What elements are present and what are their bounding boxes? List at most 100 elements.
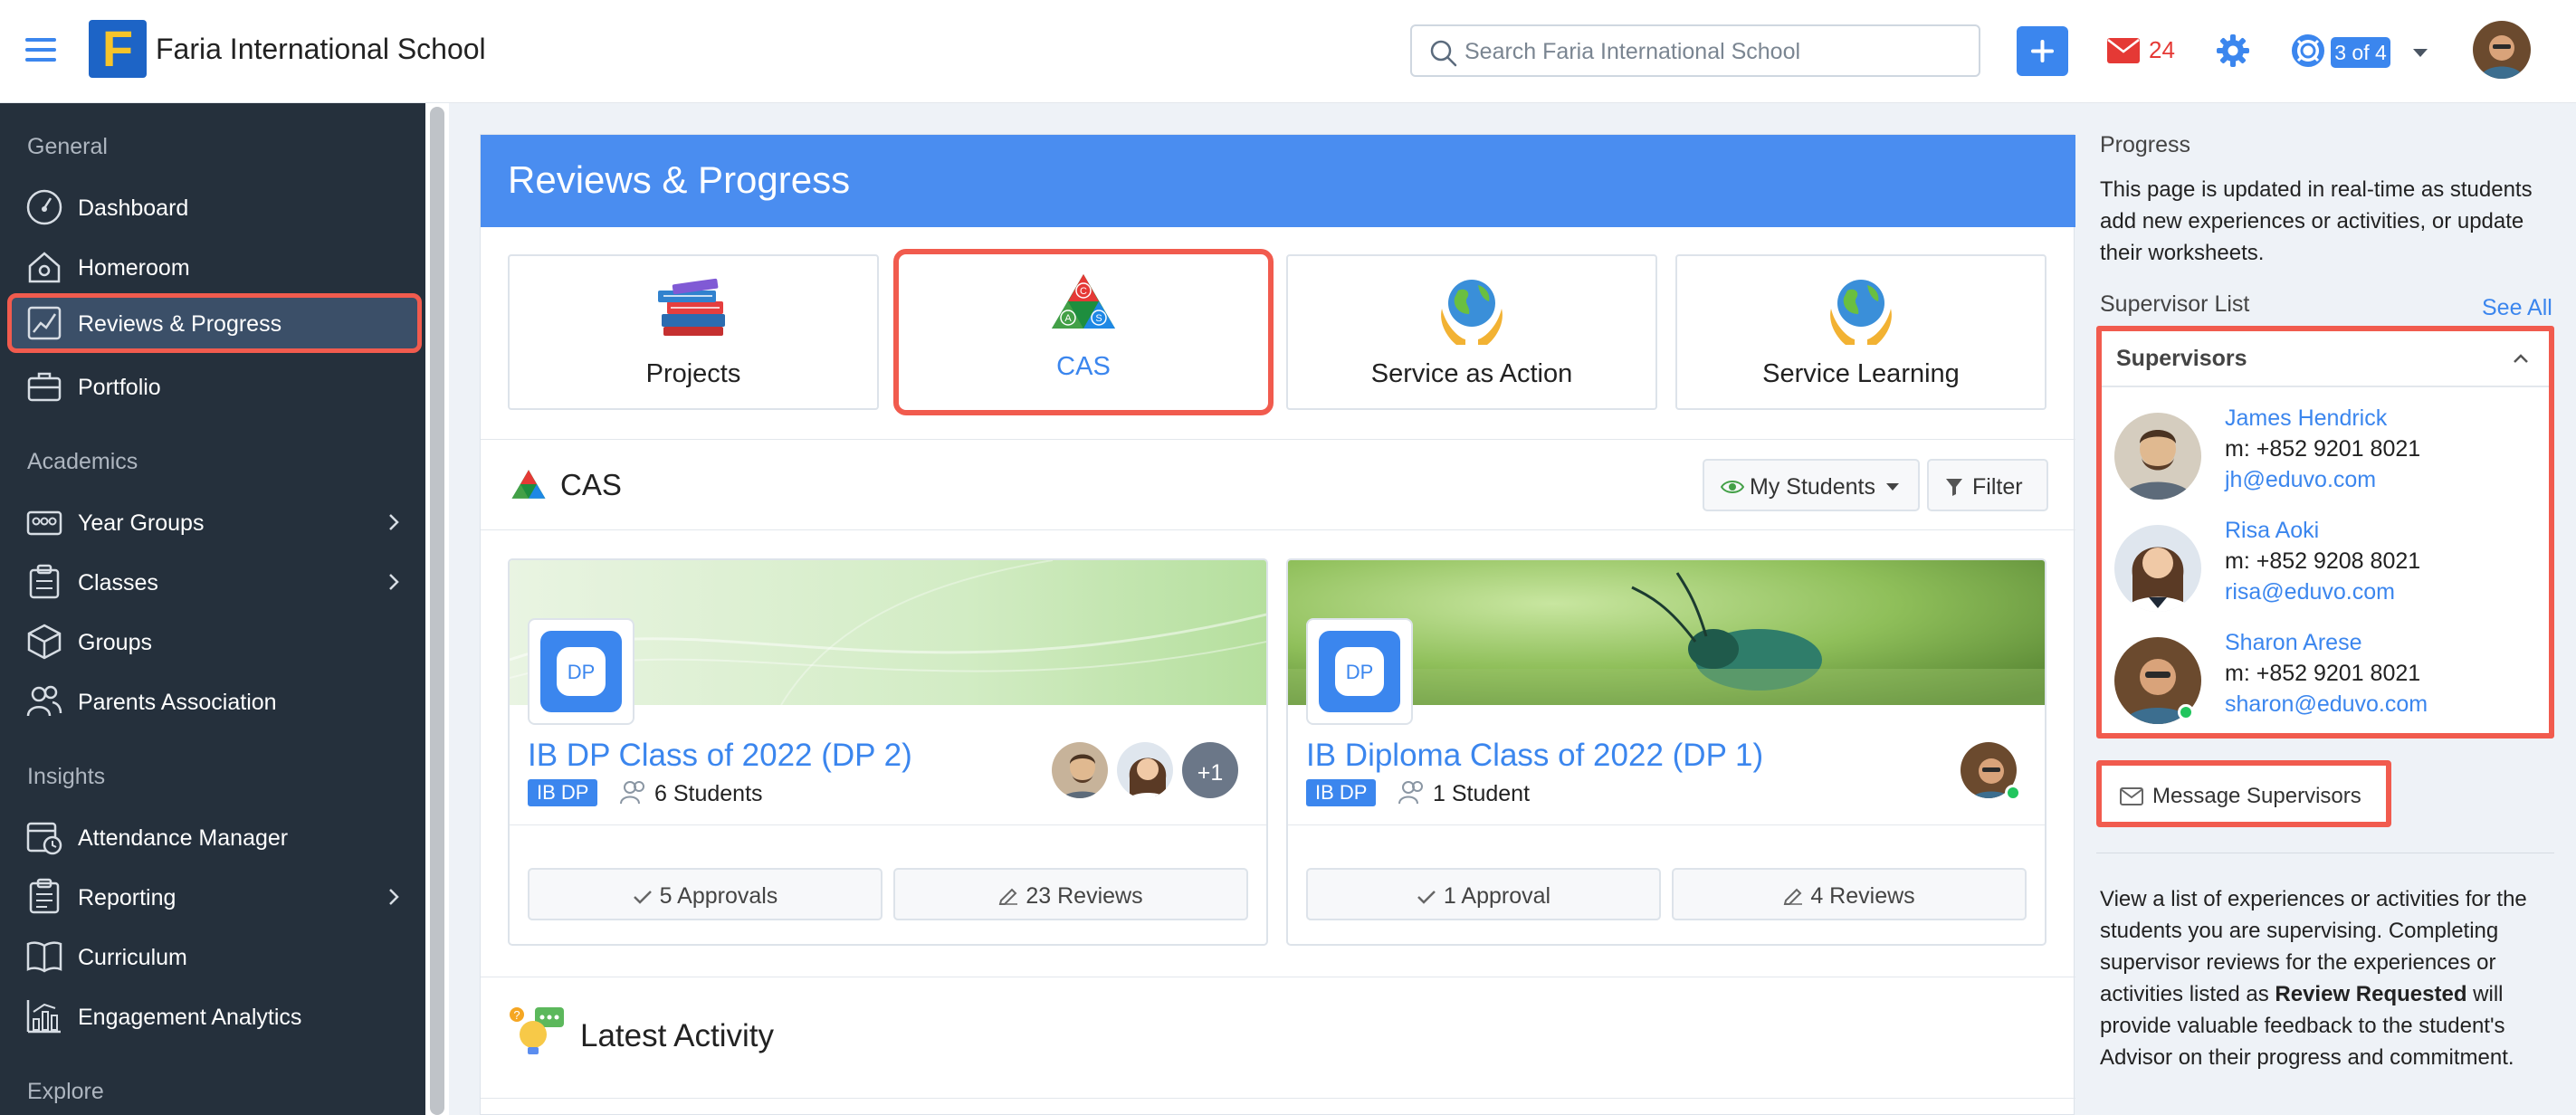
sidebar-item-homeroom[interactable]: Homeroom (7, 237, 422, 297)
users-icon (26, 685, 62, 717)
sidebar-item-dashboard[interactable]: Dashboard (7, 177, 422, 237)
sidebar-item-curriculum[interactable]: Curriculum (7, 927, 422, 986)
dp-logo: DP (1306, 618, 1413, 725)
sidebar-item-label: Dashboard (78, 195, 189, 221)
plus-icon (2031, 40, 2054, 62)
sidebar-item-year-groups[interactable]: Year Groups (7, 492, 422, 552)
search-icon (1430, 40, 1457, 67)
eye-icon (1721, 481, 1744, 493)
sidebar-item-reviews-progress[interactable]: Reviews & Progress (7, 293, 422, 353)
supervisor-avatar[interactable] (2114, 413, 2201, 500)
globe-hands-icon (1830, 280, 1892, 345)
search-box[interactable] (1410, 24, 1980, 77)
chevron-up-icon[interactable] (2513, 353, 2529, 364)
page-header: Reviews & Progress (481, 135, 2075, 227)
mail-icon[interactable] (2107, 38, 2140, 63)
add-button[interactable] (2017, 26, 2068, 76)
supervisor-name[interactable]: Risa Aoki (2225, 518, 2319, 544)
tile-cas[interactable]: CAS CAS (893, 249, 1274, 415)
tile-projects[interactable]: Projects (508, 254, 879, 410)
programme-badge: IB DP (528, 779, 598, 806)
lifebuoy-icon[interactable] (2291, 33, 2325, 68)
supervisor-name[interactable]: James Hendrick (2225, 405, 2387, 432)
account-switch-pill[interactable]: 3 of 4 (2331, 37, 2390, 68)
user-avatar[interactable] (2473, 21, 2531, 79)
supervisor-item: James Hendrick m: +852 9201 8021 jh@eduv… (2114, 405, 2540, 514)
supervisor-info-text: View a list of experiences or activities… (2100, 883, 2562, 1073)
divider (1288, 824, 2045, 825)
sidebar-item-label: Engagement Analytics (78, 1005, 302, 1030)
supervisor-list-title: Supervisor List (2100, 291, 2250, 317)
sidebar-item-classes[interactable]: Classes (7, 552, 422, 612)
approvals-button[interactable]: 5 Approvals (528, 868, 883, 920)
calendar-clock-icon (26, 822, 62, 855)
class-card-title[interactable]: IB Diploma Class of 2022 (DP 1) (1306, 738, 1763, 774)
my-students-dropdown[interactable]: My Students (1703, 459, 1920, 511)
tile-label: Projects (645, 359, 741, 388)
reviews-button[interactable]: 4 Reviews (1672, 868, 2027, 920)
dp-label: DP (557, 647, 606, 696)
sidebar-item-engagement-analytics[interactable]: Engagement Analytics (7, 986, 422, 1046)
sidebar-item-groups[interactable]: Groups (7, 612, 422, 672)
supervisor-email[interactable]: risa@eduvo.com (2225, 579, 2395, 605)
class-card-title[interactable]: IB DP Class of 2022 (DP 2) (528, 738, 912, 774)
more-students-badge[interactable]: +1 (1179, 739, 1241, 801)
info-text-bold: Review Requested (2275, 982, 2467, 1006)
sidebar-scrollbar[interactable] (425, 103, 449, 1115)
sidebar-section-insights: Insights (27, 764, 106, 789)
dp-logo: DP (528, 618, 634, 725)
sidebar-item-attendance-manager[interactable]: Attendance Manager (7, 807, 422, 867)
student-count: 6 Students (654, 781, 763, 806)
scrollbar-thumb[interactable] (430, 107, 444, 1115)
mail-count[interactable]: 24 (2149, 36, 2175, 64)
approvals-button[interactable]: 1 Approval (1306, 868, 1661, 920)
sidebar-item-label: Year Groups (78, 510, 205, 536)
tile-service-learning[interactable]: Service Learning (1675, 254, 2046, 410)
reviews-label: 23 Reviews (1026, 883, 1143, 909)
search-input[interactable] (1465, 35, 1953, 68)
student-avatar[interactable] (1049, 739, 1111, 801)
filter-button[interactable]: Filter (1927, 459, 2048, 511)
sidebar-section-explore: Explore (27, 1079, 104, 1104)
message-supervisors-button[interactable]: Message Supervisors (2096, 760, 2391, 827)
tile-label: CAS (1056, 352, 1111, 381)
briefcase-icon (27, 372, 62, 402)
sidebar-item-label: Portfolio (78, 375, 161, 400)
supervisors-header[interactable]: Supervisors (2102, 331, 2549, 387)
see-all-link[interactable]: See All (2482, 295, 2552, 321)
class-card[interactable]: DP IB Diploma Class of 2022 (DP 1) IB DP… (1286, 558, 2046, 946)
sidebar-item-portfolio[interactable]: Portfolio (7, 357, 422, 416)
student-avatar[interactable] (1114, 739, 1176, 801)
chevron-down-icon[interactable] (2413, 49, 2428, 57)
supervisor-email[interactable]: sharon@eduvo.com (2225, 691, 2428, 718)
supervisor-name[interactable]: Sharon Arese (2225, 630, 2362, 656)
cas-triangle-icon (511, 470, 546, 499)
sidebar-item-reporting[interactable]: Reporting (7, 867, 422, 927)
progress-title: Progress (2100, 132, 2191, 157)
reviews-button[interactable]: 23 Reviews (893, 868, 1248, 920)
divider (481, 439, 2075, 440)
sidebar-item-parents-association[interactable]: Parents Association (7, 672, 422, 731)
tile-label: Service Learning (1762, 359, 1960, 388)
hamburger-menu-icon[interactable] (25, 36, 58, 63)
filter-label: Filter (1972, 474, 2023, 500)
student-count: 1 Student (1433, 781, 1531, 806)
chevron-right-icon (389, 889, 399, 905)
top-bar: F Faria International School 24 3 of 4 (0, 0, 2576, 103)
divider (481, 1098, 2075, 1099)
users-icon (620, 781, 644, 805)
tile-service-as-action[interactable]: Service as Action (1286, 254, 1657, 410)
gear-icon[interactable] (2216, 33, 2250, 68)
svg-text:?: ? (513, 1008, 520, 1022)
classes-icon (29, 564, 60, 599)
school-name[interactable]: Faria International School (156, 33, 486, 66)
analytics-icon (26, 1000, 61, 1034)
supervisor-avatar[interactable] (2114, 525, 2201, 612)
section-title: CAS (560, 468, 622, 501)
supervisor-email[interactable]: jh@eduvo.com (2225, 467, 2376, 493)
class-card[interactable]: DP IB DP Class of 2022 (DP 2) IB DP 6 St… (508, 558, 1268, 946)
supervisor-phone: m: +852 9208 8021 (2225, 548, 2421, 574)
sidebar: General Dashboard Homeroom Reviews & Pro… (0, 103, 425, 1115)
supervisors-header-label: Supervisors (2116, 346, 2247, 371)
school-logo[interactable]: F (89, 20, 147, 78)
